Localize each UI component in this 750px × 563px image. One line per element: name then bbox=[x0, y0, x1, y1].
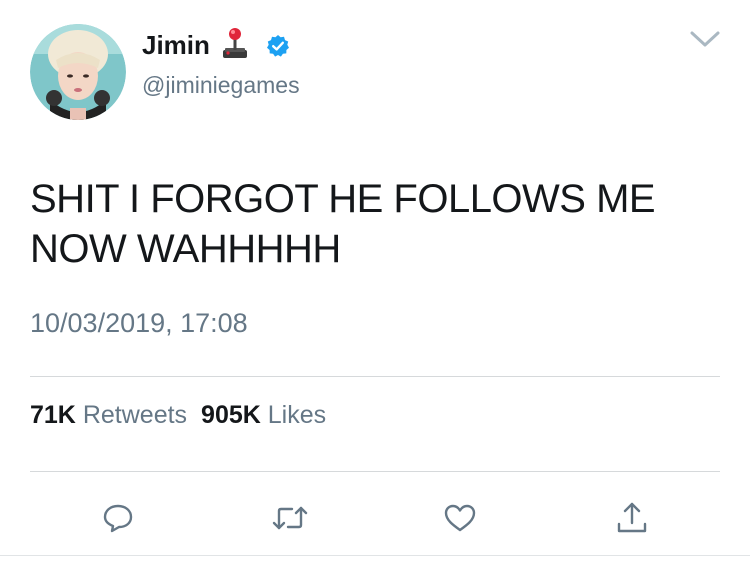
avatar[interactable] bbox=[30, 24, 126, 120]
reply-button[interactable] bbox=[98, 498, 138, 538]
retweet-icon bbox=[270, 502, 310, 534]
retweet-button[interactable] bbox=[270, 498, 310, 538]
retweets-stat[interactable]: 71K Retweets bbox=[30, 401, 187, 429]
verified-badge-icon bbox=[266, 34, 290, 58]
joystick-icon bbox=[220, 26, 250, 60]
likes-count: 905K bbox=[201, 401, 261, 429]
divider bbox=[30, 376, 720, 377]
likes-label: Likes bbox=[267, 401, 327, 429]
user-handle[interactable]: @jiminiegames bbox=[142, 72, 300, 99]
share-icon bbox=[615, 500, 649, 536]
share-button[interactable] bbox=[612, 498, 652, 538]
tweet-timestamp[interactable]: 10/03/2019, 17:08 bbox=[30, 308, 248, 339]
tweet-text: SHIT I FORGOT HE FOLLOWS ME NOW WAHHHHH bbox=[30, 177, 656, 271]
likes-stat[interactable]: 905K Likes bbox=[201, 401, 326, 429]
display-name[interactable]: Jimin bbox=[142, 30, 210, 61]
bottom-border bbox=[0, 555, 750, 556]
heart-icon bbox=[443, 502, 477, 534]
retweets-label: Retweets bbox=[82, 401, 188, 429]
like-button[interactable] bbox=[440, 498, 480, 538]
engagement-stats: 71K Retweets 905K Likes bbox=[30, 401, 326, 430]
chevron-down-icon[interactable] bbox=[688, 28, 722, 50]
divider bbox=[30, 471, 720, 472]
reply-icon bbox=[102, 502, 134, 534]
retweets-count: 71K bbox=[30, 401, 76, 429]
